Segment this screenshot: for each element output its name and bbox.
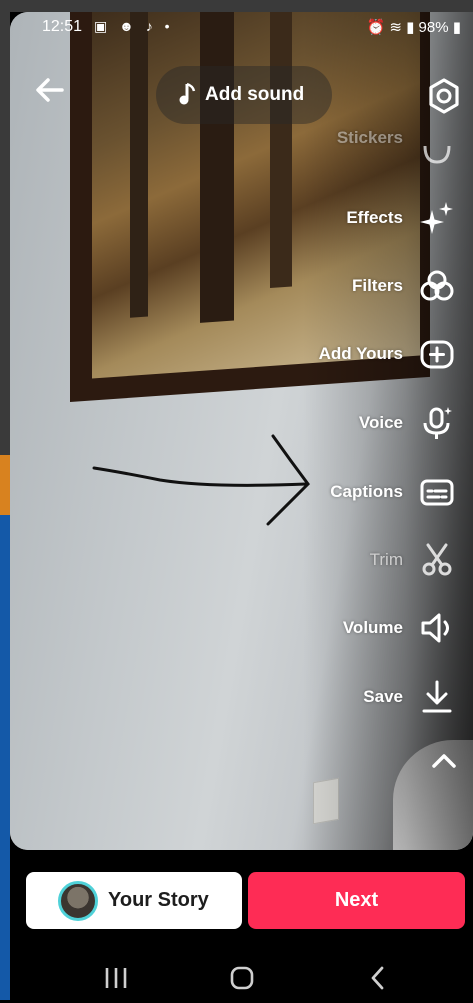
- speaker-icon: [421, 613, 449, 643]
- add-sound-button[interactable]: Add sound: [156, 66, 332, 124]
- tool-add-yours[interactable]: Add Yours: [163, 334, 463, 374]
- chevron-up-icon: [432, 754, 456, 768]
- status-bar: 12:51 ▣ ☻ ♪ • ⏰ ≋ ▮ 98% ▮: [10, 12, 473, 46]
- notification-icons: ▣ ☻ ♪ •: [94, 18, 174, 34]
- screen-frame-left: [0, 0, 10, 1000]
- collapse-tools-button[interactable]: [428, 745, 460, 777]
- filters-icon: [420, 270, 454, 301]
- sparkle-icon: [420, 202, 453, 234]
- recent-apps-icon: [105, 968, 127, 988]
- scissors-icon: [422, 543, 452, 576]
- nav-home-button[interactable]: [222, 958, 262, 998]
- tool-filters-label: Filters: [351, 276, 403, 295]
- status-right: ⏰ ≋ ▮ 98% ▮: [366, 18, 461, 36]
- tool-voice[interactable]: Voice: [163, 403, 463, 443]
- tool-voice-label: Voice: [358, 413, 403, 432]
- tool-stickers-label: Stickers: [336, 128, 403, 147]
- alarm-icon: ⏰: [366, 19, 386, 36]
- background-band-blue: [0, 515, 10, 1000]
- painting-tree: [130, 12, 148, 318]
- plus-box-icon: [420, 340, 454, 369]
- tool-effects-label: Effects: [346, 208, 403, 227]
- sticker-icon: [423, 145, 451, 164]
- tool-trim-label: Trim: [369, 550, 403, 569]
- tool-save-label: Save: [363, 687, 403, 706]
- settings-button[interactable]: [424, 76, 464, 116]
- gear-icon: [429, 78, 459, 114]
- tool-captions-label: Captions: [330, 482, 403, 501]
- battery-percent: 98%: [418, 19, 449, 36]
- your-story-label: Your Story: [108, 889, 209, 911]
- wifi-icon: ≋: [389, 19, 402, 36]
- voice-effects-icon: [423, 407, 452, 439]
- tool-stickers[interactable]: Stickers: [163, 128, 463, 170]
- chevron-left-icon: [371, 966, 384, 990]
- home-icon: [230, 966, 254, 990]
- next-button[interactable]: Next: [248, 872, 465, 929]
- tool-save[interactable]: Save: [163, 677, 463, 717]
- your-story-button[interactable]: Your Story: [26, 872, 242, 929]
- avatar: [58, 881, 98, 921]
- music-note-icon: [179, 82, 196, 105]
- nav-recent-apps-button[interactable]: [96, 958, 136, 998]
- tool-volume-label: Volume: [342, 618, 403, 637]
- next-label: Next: [334, 889, 379, 911]
- signal-icon: ▮: [406, 19, 415, 36]
- screen-frame-top: [0, 0, 473, 12]
- download-icon: [422, 680, 452, 713]
- battery-icon: ▮: [452, 19, 461, 36]
- add-sound-label: Add sound: [205, 84, 305, 105]
- tool-trim[interactable]: Trim: [163, 540, 463, 580]
- background-band-orange: [0, 455, 10, 515]
- tool-filters[interactable]: Filters: [163, 266, 463, 306]
- tool-add-yours-label: Add Yours: [318, 344, 403, 363]
- status-time: 12:51: [42, 18, 83, 35]
- nav-back-button[interactable]: [358, 958, 398, 998]
- back-button[interactable]: [30, 70, 70, 110]
- arrow-left-icon: [36, 78, 64, 102]
- tool-effects[interactable]: Effects: [163, 198, 463, 238]
- tool-volume[interactable]: Volume: [163, 608, 463, 648]
- tool-captions[interactable]: Captions: [163, 472, 463, 512]
- captions-icon: [420, 479, 454, 506]
